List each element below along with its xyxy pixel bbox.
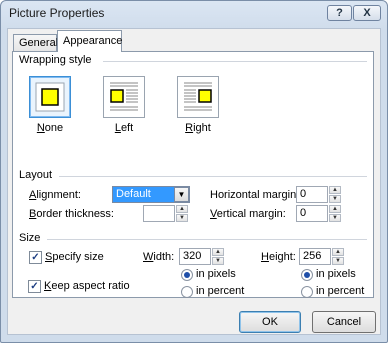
layout-divider: [59, 176, 367, 177]
wrap-none-label: None: [36, 122, 64, 134]
tab-general[interactable]: General: [13, 34, 59, 52]
height-in-percent-radio[interactable]: [301, 286, 313, 298]
wrapping-divider: [103, 61, 367, 62]
title-bar[interactable]: Picture Properties ? X: [1, 1, 387, 27]
wrap-right-icon: [184, 82, 212, 111]
chevron-down-icon[interactable]: ▼: [174, 187, 189, 202]
horizontal-margin-label: Horizontal margin:: [210, 189, 300, 201]
alignment-select[interactable]: Default ▼: [112, 186, 190, 203]
tab-appearance-label: Appearance: [63, 35, 123, 47]
vertical-margin-spinner[interactable]: ▲ ▼: [329, 205, 341, 222]
alignment-label: Alignment:: [29, 189, 81, 201]
vertical-margin-label: Vertical margin:: [210, 208, 286, 220]
spin-up-icon: ▲: [176, 205, 188, 213]
wrap-right-label: Right: [185, 122, 211, 134]
wrapping-group-title: Wrapping style: [19, 54, 96, 66]
horizontal-margin-field[interactable]: 0: [296, 186, 328, 203]
width-spinner[interactable]: ▲ ▼: [212, 248, 224, 265]
dialog-body: General Appearance Wrapping style None L…: [7, 28, 381, 335]
height-in-pixels-label: in pixels: [316, 268, 356, 280]
specify-size-checkbox[interactable]: ✓: [29, 251, 42, 264]
wrap-left-button[interactable]: [103, 76, 145, 118]
spin-down-icon: ▼: [332, 257, 344, 265]
help-icon: ?: [336, 7, 343, 19]
size-divider: [47, 239, 367, 240]
border-thickness-label: Border thickness:: [29, 208, 114, 220]
help-button[interactable]: ?: [327, 5, 352, 21]
cancel-button[interactable]: Cancel: [312, 311, 376, 333]
keep-aspect-ratio-checkbox[interactable]: ✓: [28, 280, 41, 293]
wrap-left-icon: [110, 82, 138, 111]
layout-group-title: Layout: [19, 169, 57, 181]
width-in-pixels-label: in pixels: [196, 268, 236, 280]
spin-down-icon: ▼: [329, 214, 341, 222]
width-label: Width:: [143, 251, 175, 263]
keep-aspect-ratio-label: Keep aspect ratio: [44, 280, 130, 292]
size-group-title: Size: [19, 232, 45, 244]
vertical-margin-field[interactable]: 0: [296, 205, 328, 222]
height-spinner[interactable]: ▲ ▼: [332, 248, 344, 265]
wrap-none-button[interactable]: [29, 76, 71, 118]
window-title: Picture Properties: [9, 6, 105, 20]
spin-up-icon: ▲: [329, 186, 341, 194]
width-field[interactable]: 320: [179, 248, 211, 265]
tab-appearance[interactable]: Appearance: [57, 30, 122, 52]
height-in-percent-label: in percent: [316, 285, 365, 297]
tab-general-label: General: [19, 37, 59, 49]
width-in-pixels-radio[interactable]: [181, 269, 193, 281]
specify-size-label: Specify size: [45, 251, 104, 263]
spin-down-icon: ▼: [176, 214, 188, 222]
wrap-none-icon: [35, 82, 65, 112]
spin-down-icon: ▼: [212, 257, 224, 265]
close-icon: X: [363, 7, 371, 19]
border-thickness-spinner[interactable]: ▲ ▼: [176, 205, 188, 222]
alignment-value: Default: [116, 188, 151, 200]
spin-down-icon: ▼: [329, 195, 341, 203]
wrap-left-label: Left: [114, 122, 134, 134]
spin-up-icon: ▲: [329, 205, 341, 213]
spin-up-icon: ▲: [332, 248, 344, 256]
spin-up-icon: ▲: [212, 248, 224, 256]
width-in-percent-label: in percent: [196, 285, 245, 297]
picture-properties-dialog: Picture Properties ? X General Appearanc…: [0, 0, 388, 343]
horizontal-margin-spinner[interactable]: ▲ ▼: [329, 186, 341, 203]
height-in-pixels-radio[interactable]: [301, 269, 313, 281]
height-label: Height:: [261, 251, 296, 263]
appearance-panel: Wrapping style None Left Right Layout Al…: [12, 51, 374, 298]
width-in-percent-radio[interactable]: [181, 286, 193, 298]
wrap-right-button[interactable]: [177, 76, 219, 118]
ok-button[interactable]: OK: [239, 311, 301, 333]
height-field[interactable]: 256: [299, 248, 331, 265]
border-thickness-field[interactable]: [143, 205, 175, 222]
close-button[interactable]: X: [353, 5, 381, 21]
